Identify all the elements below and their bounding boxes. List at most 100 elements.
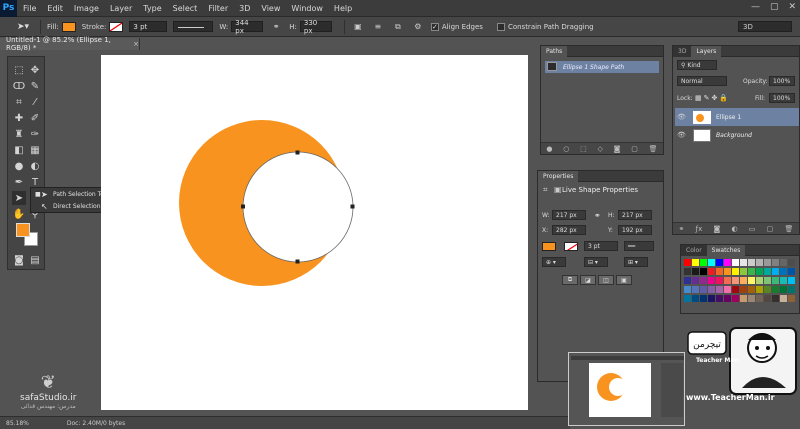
color-swatch[interactable]: [732, 268, 739, 275]
color-swatch[interactable]: [692, 295, 699, 302]
color-swatch[interactable]: [748, 286, 755, 293]
tab-color[interactable]: Color: [681, 244, 707, 256]
settings-gear-icon[interactable]: ⚙: [411, 21, 425, 33]
color-swatch[interactable]: [732, 259, 739, 266]
color-swatch[interactable]: [756, 259, 763, 266]
color-swatch[interactable]: [748, 259, 755, 266]
layer-row-background[interactable]: 👁 Background: [675, 126, 799, 144]
stroke-type-select[interactable]: [173, 21, 214, 32]
stroke-size-field[interactable]: 3 pt: [584, 241, 618, 251]
path-arrangement-icon[interactable]: ⧉: [391, 21, 405, 33]
color-swatch[interactable]: [772, 268, 779, 275]
color-swatch[interactable]: [692, 268, 699, 275]
constrain-path-checkbox[interactable]: [496, 22, 505, 31]
color-swatch[interactable]: [740, 277, 747, 284]
document-canvas[interactable]: [101, 55, 528, 410]
stroke-swatch[interactable]: [564, 242, 578, 251]
healing-brush-tool-icon[interactable]: ✚: [12, 111, 26, 125]
menu-help[interactable]: Help: [334, 4, 352, 13]
color-swatch[interactable]: [732, 286, 739, 293]
layer-row-ellipse[interactable]: 👁 Ellipse 1: [675, 108, 799, 126]
color-swatch[interactable]: [708, 277, 715, 284]
layer-mask-icon[interactable]: ◙: [713, 225, 720, 233]
color-swatch[interactable]: [748, 268, 755, 275]
color-swatch[interactable]: [764, 268, 771, 275]
y-field[interactable]: 192 px: [618, 225, 652, 235]
dodge-tool-icon[interactable]: ◐: [28, 159, 42, 173]
swatch-grid[interactable]: [684, 259, 796, 303]
color-swatch[interactable]: [780, 268, 787, 275]
color-swatch[interactable]: [772, 259, 779, 266]
color-swatch[interactable]: [708, 295, 715, 302]
brush-tool-icon[interactable]: ✐: [28, 111, 42, 125]
color-swatch[interactable]: [724, 277, 731, 284]
color-swatch[interactable]: [788, 268, 795, 275]
color-swatch[interactable]: [692, 277, 699, 284]
link-layers-icon[interactable]: ⚭: [679, 225, 685, 233]
crop-tool-icon[interactable]: ⌗: [12, 95, 26, 109]
fill-path-icon[interactable]: ●: [546, 145, 552, 153]
color-swatch[interactable]: [724, 259, 731, 266]
color-swatch[interactable]: [764, 286, 771, 293]
color-swatch[interactable]: [764, 277, 771, 284]
color-swatch[interactable]: [756, 286, 763, 293]
color-swatch[interactable]: [700, 259, 707, 266]
kind-filter-select[interactable]: ⚲ Kind: [677, 60, 717, 70]
quick-selection-tool-icon[interactable]: ✎: [28, 79, 42, 93]
color-swatch[interactable]: [756, 268, 763, 275]
menu-file[interactable]: File: [23, 4, 36, 13]
new-group-icon[interactable]: ▭: [749, 225, 756, 233]
color-swatch[interactable]: [684, 259, 691, 266]
color-swatch[interactable]: [740, 286, 747, 293]
screen-mode-icon[interactable]: ▤: [28, 253, 42, 267]
zoom-level[interactable]: 85.18%: [6, 420, 29, 427]
make-work-path-icon[interactable]: ◇: [598, 145, 603, 153]
color-swatch[interactable]: [748, 277, 755, 284]
path-alignment-icon[interactable]: ≡: [371, 21, 385, 33]
color-swatch[interactable]: [700, 295, 707, 302]
adjustment-layer-icon[interactable]: ◐: [731, 225, 737, 233]
blur-tool-icon[interactable]: ●: [12, 159, 26, 173]
fill-swatch[interactable]: [542, 242, 556, 251]
tab-properties[interactable]: Properties: [538, 170, 579, 182]
eye-icon[interactable]: 👁: [677, 113, 687, 121]
tab-layers[interactable]: Layers: [691, 45, 722, 57]
maximize-icon[interactable]: ▢: [770, 2, 779, 12]
link-icon[interactable]: ⚭: [594, 211, 601, 220]
new-path-icon[interactable]: ▢: [631, 145, 638, 153]
color-swatch[interactable]: [772, 295, 779, 302]
foreground-color-swatch[interactable]: [16, 223, 30, 237]
color-swatch[interactable]: [716, 259, 723, 266]
eyedropper-tool-icon[interactable]: ⁄: [28, 95, 42, 109]
color-swatch[interactable]: [716, 295, 723, 302]
marquee-tool-icon[interactable]: ⬚: [12, 63, 26, 77]
stroke-path-icon[interactable]: ○: [563, 145, 569, 153]
tab-paths[interactable]: Paths: [541, 45, 568, 57]
tab-3d[interactable]: 3D: [673, 45, 692, 57]
load-selection-icon[interactable]: ⬚: [580, 145, 587, 153]
delete-path-icon[interactable]: 🗑: [649, 145, 658, 153]
color-swatch[interactable]: [756, 277, 763, 284]
color-swatch[interactable]: [772, 286, 779, 293]
color-swatch[interactable]: [684, 277, 691, 284]
color-swatch[interactable]: [780, 286, 787, 293]
color-swatch[interactable]: [740, 259, 747, 266]
color-swatch[interactable]: [788, 286, 795, 293]
color-swatch[interactable]: [788, 259, 795, 266]
color-swatch[interactable]: [700, 286, 707, 293]
opacity-field[interactable]: 100%: [769, 76, 795, 86]
lock-icons[interactable]: ▦✎✥🔒: [695, 94, 730, 102]
color-swatch[interactable]: [788, 295, 795, 302]
intersect-shape-button[interactable]: ◫: [598, 275, 614, 285]
color-swatch[interactable]: [764, 295, 771, 302]
delete-layer-icon[interactable]: 🗑: [784, 225, 793, 233]
color-swatch[interactable]: [764, 259, 771, 266]
menu-3d[interactable]: 3D: [239, 4, 250, 13]
tab-swatches[interactable]: Swatches: [706, 244, 746, 256]
minimize-icon[interactable]: —: [751, 2, 760, 12]
path-selection-tool-icon[interactable]: ➤: [12, 191, 26, 205]
stroke-type-select[interactable]: ━━: [624, 241, 654, 251]
layer-style-icon[interactable]: ƒx: [696, 225, 703, 233]
history-brush-tool-icon[interactable]: ✑: [28, 127, 42, 141]
path-operations-icon[interactable]: ▣: [351, 21, 365, 33]
